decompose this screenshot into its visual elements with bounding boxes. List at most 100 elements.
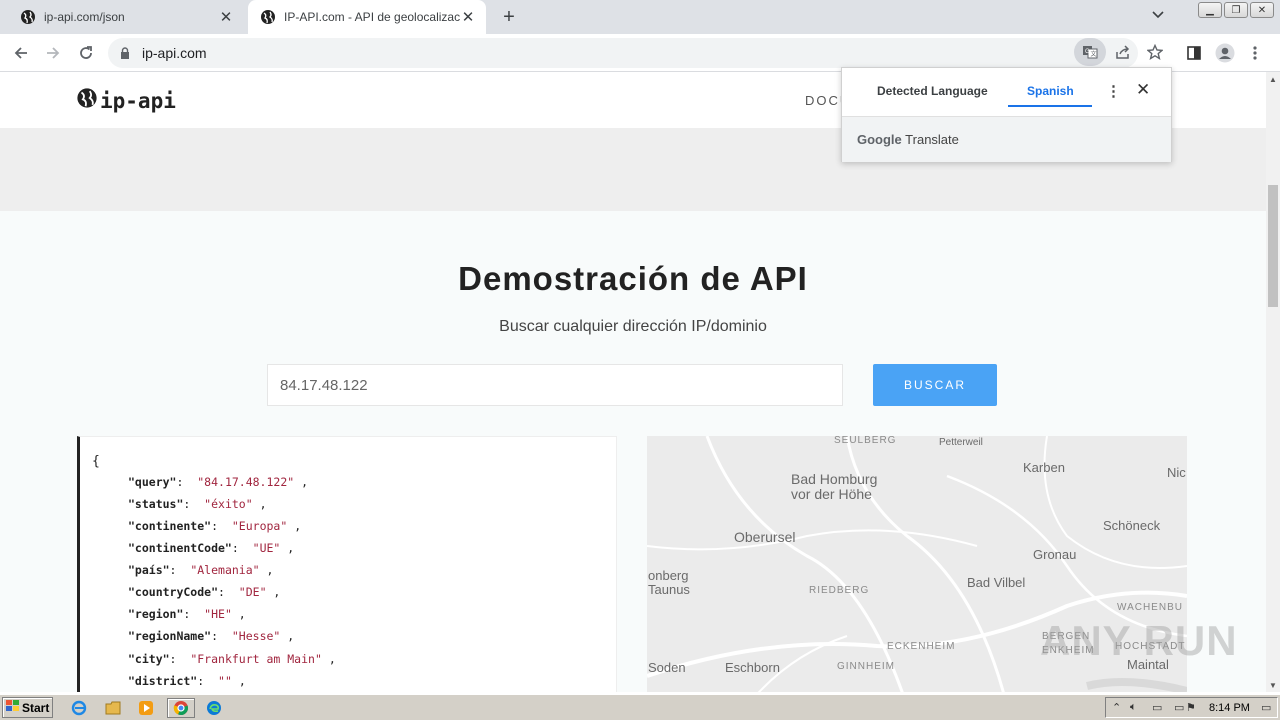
flag-icon[interactable]: ⚑ (1186, 701, 1196, 714)
json-value: "Alemania" (190, 563, 260, 577)
kebab-menu-icon[interactable] (1244, 42, 1266, 64)
scrollbar-thumb[interactable] (1268, 185, 1278, 307)
search-button[interactable]: BUSCAR (873, 364, 997, 406)
json-colon: : (169, 563, 191, 577)
forward-arrow-icon[interactable] (42, 42, 64, 64)
reload-icon[interactable] (75, 42, 97, 64)
folder-icon[interactable] (102, 698, 124, 718)
json-comma: , (294, 475, 309, 489)
json-comma: , (252, 497, 267, 511)
windows-logo-icon (6, 700, 20, 715)
map-place-label: WACHENBU (1117, 602, 1183, 613)
bookmark-star-icon[interactable] (1140, 38, 1170, 66)
google-translate-logo: Google Translate (857, 132, 959, 147)
json-colon: : (231, 541, 253, 555)
json-key: "district" (128, 674, 198, 688)
network-icon[interactable]: ▭ (1174, 701, 1184, 714)
json-comma: , (259, 563, 274, 577)
address-bar[interactable]: ip-api.com (108, 38, 1138, 68)
network-icon[interactable]: ▭ (1152, 701, 1162, 714)
page-scrollbar[interactable]: ▲ ▼ (1266, 72, 1280, 692)
json-colon: : (197, 674, 219, 688)
json-colon: : (183, 607, 205, 621)
map-place-label: Eschborn (725, 660, 780, 675)
edge-icon[interactable] (203, 698, 225, 718)
json-comma: , (321, 652, 336, 666)
json-comma: , (266, 585, 281, 599)
json-value: "84.17.48.122" (197, 475, 295, 489)
tab-spanish[interactable]: Spanish (1027, 84, 1074, 98)
tab-ip-api-json[interactable]: ip-api.com/json ✕ (8, 0, 244, 34)
volume-icon[interactable]: 🔈︎ (1130, 701, 1137, 714)
json-colon: : (169, 652, 191, 666)
map-place-label: Schöneck (1103, 518, 1161, 533)
json-line: "region": "HE" , (128, 607, 246, 627)
start-button[interactable]: Start (2, 697, 53, 718)
tab-ip-api-geolocalizacion[interactable]: IP-API.com - API de geolocalización ✕ (248, 0, 486, 34)
json-colon: : (211, 629, 232, 643)
json-comma: , (280, 629, 295, 643)
json-comma: , (231, 607, 246, 621)
json-key: "query" (128, 475, 177, 489)
translate-popup: Detected Language Spanish ⋮ ✕ Google Tra… (841, 67, 1172, 162)
close-tab-icon[interactable]: ✕ (218, 9, 234, 26)
map-place-label: Soden (648, 660, 686, 675)
web-page: ip-api DOCU Demostración de API Buscar c… (0, 72, 1266, 692)
json-key: "region" (128, 607, 184, 621)
json-key: "regionName" (128, 629, 212, 643)
json-key: "continentCode" (128, 541, 232, 555)
chevron-down-icon[interactable] (1152, 8, 1164, 22)
share-icon[interactable] (1108, 38, 1138, 66)
map-place-label: RIEDBERG (809, 585, 870, 596)
json-line: "país": "Alemania" , (128, 563, 273, 583)
json-line: "city": "Frankfurt am Main" , (128, 652, 336, 672)
svg-text:G: G (1085, 49, 1090, 55)
show-desktop-icon[interactable]: ▭ (1261, 701, 1271, 714)
restore-icon[interactable]: ❐ (1224, 2, 1248, 18)
close-tab-icon[interactable]: ✕ (460, 9, 476, 26)
site-logo[interactable]: ip-api (76, 87, 176, 114)
back-arrow-icon[interactable] (10, 42, 32, 64)
close-icon[interactable]: ✕ (1136, 80, 1150, 100)
google-brand-text: Google (857, 132, 902, 147)
json-line: "status": "éxito" , (128, 497, 267, 517)
page-subtitle: Buscar cualquier dirección IP/dominio (499, 318, 767, 335)
map-place-label: Karben (1023, 460, 1065, 475)
profile-avatar-icon[interactable] (1214, 42, 1236, 64)
json-comma: , (280, 541, 295, 555)
globe-icon (20, 9, 36, 25)
json-line: "query": "84.17.48.122" , (128, 475, 308, 495)
side-panel-icon[interactable] (1183, 42, 1205, 64)
map-place-label: Petterweil (939, 437, 983, 448)
map-place-label: GINNHEIM (837, 661, 895, 672)
json-value: "" (218, 674, 232, 688)
tab-strip: ip-api.com/json ✕ IP-API.com - API de ge… (0, 0, 1280, 34)
ip-search-input[interactable] (267, 364, 843, 406)
translate-footer: Google Translate (842, 116, 1171, 162)
new-tab-plus-icon[interactable]: + (498, 6, 520, 28)
json-value: "Frankfurt am Main" (190, 652, 322, 666)
window-controls: ▁ ❐ ✕ (1198, 2, 1274, 18)
scroll-down-arrow-icon[interactable]: ▼ (1266, 678, 1280, 692)
translate-icon[interactable]: G文 (1074, 38, 1106, 66)
internet-explorer-icon[interactable] (68, 698, 90, 718)
scroll-up-arrow-icon[interactable]: ▲ (1266, 72, 1280, 86)
json-value: "HE" (204, 607, 232, 621)
json-comma: , (287, 519, 302, 533)
more-options-icon[interactable]: ⋮ (1106, 82, 1121, 100)
json-value: "éxito" (204, 497, 253, 511)
minimize-icon[interactable]: ▁ (1198, 2, 1222, 18)
chrome-icon[interactable] (167, 698, 195, 718)
lock-icon[interactable] (120, 46, 132, 60)
close-window-icon[interactable]: ✕ (1250, 2, 1274, 18)
clock: 8:14 PM (1209, 701, 1250, 714)
tray-expand-icon[interactable]: ⌃ (1112, 701, 1121, 714)
selected-tab-indicator (1008, 105, 1092, 107)
logo-text: ip-api (100, 88, 176, 113)
media-player-icon[interactable] (135, 698, 157, 718)
json-colon: : (176, 475, 198, 489)
json-key: "city" (128, 652, 170, 666)
tab-detected-language[interactable]: Detected Language (877, 84, 988, 98)
map-place-label: Gronau (1033, 547, 1077, 562)
anyrun-watermark: ANY RUN (1040, 617, 1238, 664)
